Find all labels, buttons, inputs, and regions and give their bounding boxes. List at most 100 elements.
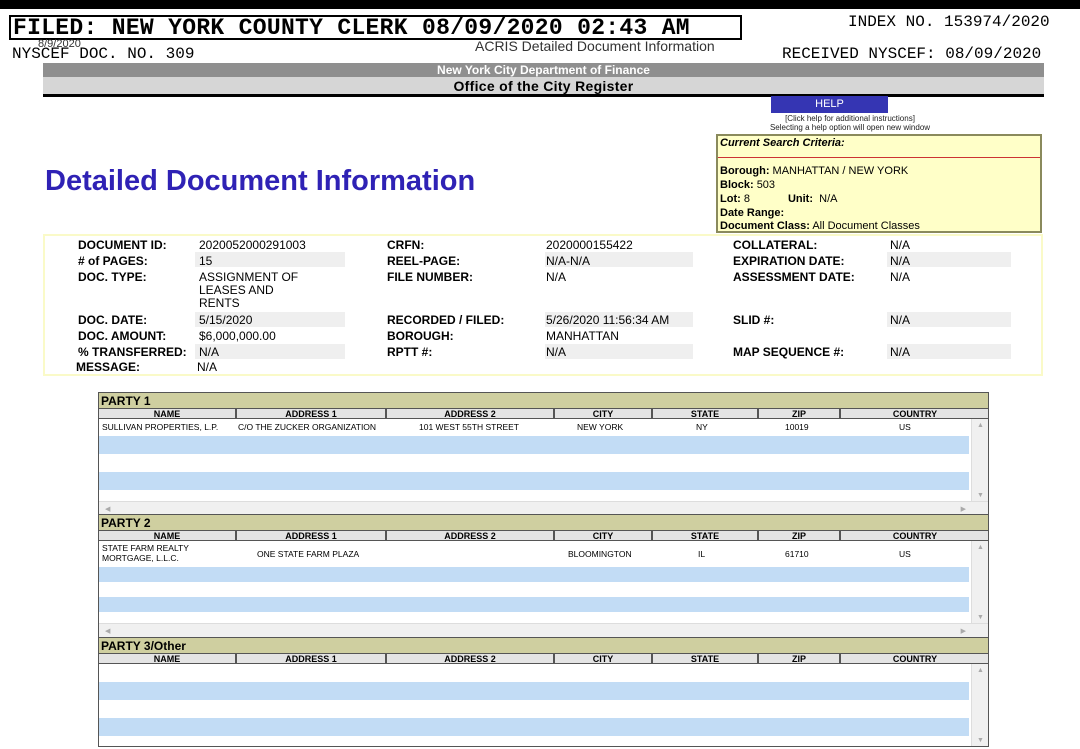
table-row[interactable] [99, 718, 969, 736]
pages-label: # of PAGES: [78, 254, 148, 268]
help-note-line-2: Selecting a help option will open new wi… [769, 123, 931, 132]
party-1-rows[interactable]: SULLIVAN PROPERTIES, L.P. C/O THE ZUCKER… [99, 419, 988, 501]
party-1-city: NEW YORK [577, 422, 624, 432]
scroll-left-icon[interactable]: ◀ [105, 627, 110, 635]
table-row[interactable] [99, 454, 969, 472]
slid-value: N/A [890, 313, 911, 327]
table-row[interactable] [99, 597, 969, 612]
party-2-address1: ONE STATE FARM PLAZA [257, 549, 360, 559]
scroll-up-icon[interactable]: ▲ [977, 667, 984, 674]
party-1-country: US [899, 422, 911, 432]
table-row[interactable]: SULLIVAN PROPERTIES, L.P. C/O THE ZUCKER… [99, 419, 969, 437]
party-2-horizontal-scrollbar[interactable]: ◀ ▶ [99, 623, 988, 637]
map-sequence-value: N/A [890, 345, 911, 359]
col-country: COUNTRY [892, 654, 938, 664]
col-name: NAME [153, 531, 181, 541]
party-1-zip: 10019 [785, 422, 809, 432]
party-2-rows[interactable]: STATE FARM REALTY MORTGAGE, L.L.C. ONE S… [99, 541, 988, 623]
col-address2: ADDRESS 2 [444, 654, 496, 664]
col-state: STATE [690, 409, 720, 419]
doc-date-label: DOC. DATE: [78, 313, 148, 327]
table-row[interactable] [99, 436, 969, 454]
party-2-name-line-1: STATE FARM REALTY [102, 543, 189, 553]
criteria-heading: Current Search Criteria: [718, 136, 1040, 158]
search-criteria-box: Current Search Criteria: Borough: MANHAT… [716, 134, 1042, 233]
reel-page-label: REEL-PAGE: [387, 254, 461, 268]
scroll-right-icon[interactable]: ▶ [961, 627, 966, 635]
message-value: N/A [197, 360, 218, 374]
doc-id-value: 2020052000291003 [199, 238, 306, 252]
col-zip: ZIP [791, 409, 806, 419]
party-2-name-line-2: MORTGAGE, L.L.C. [102, 553, 179, 563]
scroll-left-icon[interactable]: ◀ [105, 505, 110, 513]
scroll-right-icon[interactable]: ▶ [961, 505, 966, 513]
scroll-down-icon[interactable]: ▼ [977, 492, 984, 499]
criteria-lot: 8 [743, 193, 750, 205]
file-number-label: FILE NUMBER: [387, 270, 473, 284]
file-number-value: N/A [546, 270, 567, 284]
received-nyscef: RECEIVED NYSCEF: 08/09/2020 [782, 45, 1042, 63]
table-row[interactable] [99, 700, 969, 718]
party-1-name: SULLIVAN PROPERTIES, L.P. [102, 422, 219, 432]
criteria-borough: MANHATTAN / NEW YORK [772, 165, 909, 177]
party-1-vertical-scrollbar[interactable]: ▲ ▼ [971, 419, 988, 501]
borough-value: MANHATTAN [546, 329, 619, 343]
table-row[interactable] [99, 472, 969, 490]
table-row[interactable] [99, 682, 969, 700]
party-3-vertical-scrollbar[interactable]: ▲ ▼ [971, 664, 988, 746]
party-3-rows[interactable]: ▲ ▼ [99, 664, 988, 746]
recorded-label: RECORDED / FILED: [387, 313, 505, 327]
col-zip: ZIP [791, 654, 806, 664]
crfn-value: 2020000155422 [546, 238, 633, 252]
criteria-date-range-label: Date Range: [720, 207, 785, 219]
pages-value: 15 [199, 254, 213, 268]
party-1-address2: 101 WEST 55TH STREET [419, 422, 519, 432]
expiration-label: EXPIRATION DATE: [733, 254, 845, 268]
scroll-down-icon[interactable]: ▼ [977, 737, 984, 744]
party-1-horizontal-scrollbar[interactable]: ◀ ▶ [99, 501, 988, 515]
table-row[interactable] [99, 582, 969, 597]
message-label: MESSAGE: [76, 360, 141, 374]
assessment-value: N/A [890, 270, 911, 284]
criteria-doc-class-label: Document Class: [720, 220, 810, 232]
col-name: NAME [153, 654, 181, 664]
party-2-title: PARTY 2 [99, 515, 988, 531]
help-button[interactable]: HELP [771, 96, 888, 113]
page-title: Detailed Document Information [45, 165, 476, 197]
party-1-address1: C/O THE ZUCKER ORGANIZATION [238, 422, 377, 432]
col-name: NAME [153, 409, 181, 419]
criteria-unit: N/A [819, 193, 838, 205]
scroll-down-icon[interactable]: ▼ [977, 614, 984, 621]
party-2-column-headers: NAME ADDRESS 1 ADDRESS 2 CITY STATE ZIP … [99, 531, 988, 541]
criteria-borough-label: Borough: [720, 165, 770, 177]
party-2-panel: PARTY 2 NAME ADDRESS 1 ADDRESS 2 CITY ST… [98, 514, 989, 638]
map-sequence-label: MAP SEQUENCE #: [733, 345, 845, 359]
party-2-city: BLOOMINGTON [568, 549, 632, 559]
col-address1: ADDRESS 1 [285, 531, 337, 541]
doc-date-value: 5/15/2020 [199, 313, 253, 327]
rptt-value: N/A [546, 345, 567, 359]
table-row[interactable] [99, 567, 969, 582]
party-2-state: IL [698, 549, 706, 559]
table-row[interactable]: STATE FARM REALTY MORTGAGE, L.L.C. ONE S… [99, 541, 969, 567]
recorded-value: 5/26/2020 11:56:34 AM [546, 313, 670, 327]
table-row[interactable] [99, 664, 969, 682]
col-address1: ADDRESS 1 [285, 654, 337, 664]
col-address1: ADDRESS 1 [285, 409, 337, 419]
acris-title: ACRIS Detailed Document Information [475, 38, 715, 54]
col-country: COUNTRY [892, 409, 938, 419]
help-note: [Click help for additional instructions]… [740, 114, 960, 132]
rptt-label: RPTT #: [387, 345, 433, 359]
scroll-up-icon[interactable]: ▲ [977, 544, 984, 551]
scroll-up-icon[interactable]: ▲ [977, 422, 984, 429]
party-3-column-headers: NAME ADDRESS 1 ADDRESS 2 CITY STATE ZIP … [99, 654, 988, 664]
document-details: DOCUMENT ID: 2020052000291003 # of PAGES… [43, 234, 1043, 376]
assessment-label: ASSESSMENT DATE: [733, 270, 855, 284]
col-country: COUNTRY [892, 531, 938, 541]
party-2-vertical-scrollbar[interactable]: ▲ ▼ [971, 541, 988, 623]
office-bar: Office of the City Register [43, 77, 1044, 97]
top-black-bar [0, 0, 1080, 9]
department-bar: New York City Department of Finance [43, 63, 1044, 77]
print-date: 8/9/2020 [38, 38, 81, 50]
filed-stamp: FILED: NEW YORK COUNTY CLERK 08/09/2020 … [9, 15, 742, 40]
